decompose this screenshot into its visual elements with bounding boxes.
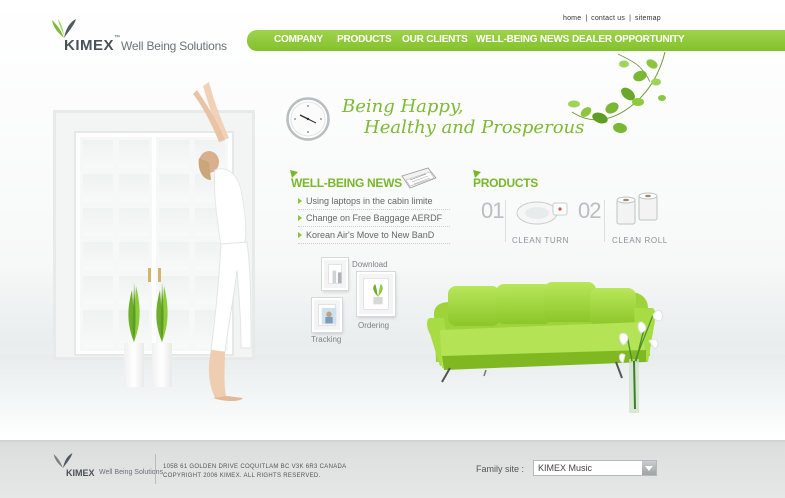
product-divider (505, 200, 506, 242)
door-handle (148, 268, 151, 282)
product-label[interactable]: CLEAN TURN (512, 236, 569, 245)
main-nav: COMPANY PRODUCTS OUR CLIENTS WELL-BEING … (247, 30, 785, 51)
news-section-title[interactable]: WELL-BEING NEWS (291, 176, 402, 190)
door-pane (80, 137, 116, 171)
door-pane (116, 205, 152, 239)
footer-address-block: 105B 61 GOLDEN DRIVE COQUITLAM BC V3K 6R… (163, 463, 346, 481)
util-separator: | (629, 15, 631, 22)
slogan-line-2: Healthy and Prosperous (364, 117, 585, 138)
door-pane (80, 307, 116, 351)
plant-icon (128, 282, 140, 342)
footer-logo[interactable]: KIMEX Well Being Solutions (52, 452, 163, 480)
frame-inner (318, 304, 337, 326)
nav-item-well-being-news[interactable]: WELL-BEING NEWS (476, 34, 569, 45)
chevron-down-icon[interactable] (642, 461, 656, 475)
footer-address: 105B 61 GOLDEN DRIVE COQUITLAM BC V3K 6R… (163, 464, 347, 470)
frame-inner (328, 264, 342, 284)
door-pane (116, 171, 152, 205)
door-pane (80, 273, 116, 307)
potted-plant-icon (373, 284, 383, 305)
utility-links: HOME | CONTACT US | SITEMAP (563, 15, 661, 22)
footer-logo-wordmark: KIMEX (66, 468, 95, 478)
door-pane (116, 137, 152, 171)
contact-us-link[interactable]: CONTACT US (591, 15, 625, 22)
family-site-select[interactable]: KIMEX Music (533, 460, 657, 476)
frame-inner (363, 278, 389, 310)
nav-item-dealer-opportunity[interactable]: DEALER OPPORTUNITY (572, 34, 685, 45)
hero-slogan: Being Happy, Healthy and Prosperous (342, 96, 584, 138)
product-number: 01 (481, 198, 505, 223)
plant-pot (152, 343, 172, 387)
nav-item-company[interactable]: COMPANY (274, 34, 323, 45)
footer: KIMEX Well Being Solutions 105B 61 GOLDE… (0, 440, 785, 498)
news-item[interactable]: Korean Air's Move to New BanD (298, 227, 450, 244)
product-label[interactable]: CLEAN ROLL (612, 236, 668, 245)
nav-item-products[interactable]: PRODUCTS (337, 34, 392, 45)
ordering-link[interactable]: Ordering (358, 321, 389, 330)
family-site-value: KIMEX Music (538, 463, 593, 473)
tracking-link[interactable]: Tracking (311, 335, 341, 344)
plant-pot (124, 343, 144, 387)
door-pane (116, 239, 152, 273)
footer-copyright: COPYRIGHT 2006 KIMEX. ALL RIGHTS RESERVE… (163, 473, 321, 479)
newspaper-icon (401, 167, 437, 189)
news-list: Using laptops in the cabin limite Change… (298, 193, 450, 244)
product-number: 02 (578, 198, 602, 223)
news-item[interactable]: Using laptops in the cabin limite (298, 193, 450, 210)
calla-lily-vase-image (618, 309, 663, 413)
footer-separator (155, 454, 156, 484)
family-site-label: Family site : (476, 464, 525, 474)
floor (0, 355, 785, 440)
logo-wordmark: KIMEX (64, 37, 115, 54)
sitemap-link[interactable]: SITEMAP (635, 15, 661, 22)
slogan-line-1: Being Happy, (342, 96, 464, 117)
bidet-seat-product-image[interactable] (513, 193, 569, 227)
news-item[interactable]: Change on Free Baggage AERDF (298, 210, 450, 227)
util-separator: | (585, 15, 588, 22)
plant-icon (156, 282, 168, 342)
nav-item-our-clients[interactable]: OUR CLIENTS (402, 34, 468, 45)
download-frame[interactable] (322, 258, 348, 290)
kimex-logo[interactable]: KIMEX ™ Well Being Solutions (50, 18, 230, 58)
hero-stage: KIMEX ™ Well Being Solutions HOME | CONT… (0, 0, 785, 440)
bottles-icon (332, 270, 342, 284)
photo-icon (321, 307, 337, 325)
home-link[interactable]: HOME (563, 15, 581, 22)
door-handle (158, 268, 161, 282)
logo-trademark: ™ (114, 35, 120, 41)
product-divider (604, 200, 605, 242)
ivy-vine-image (568, 52, 666, 134)
products-section-title[interactable]: PRODUCTS (473, 176, 538, 190)
door-pane (80, 171, 116, 205)
tracking-frame[interactable] (312, 298, 342, 332)
door-pane (80, 239, 116, 273)
ordering-frame[interactable] (357, 272, 395, 316)
toilet-roll-product-image[interactable] (614, 192, 662, 228)
logo-tagline: Well Being Solutions (121, 39, 227, 53)
wall-clock-icon (286, 97, 330, 141)
footer-logo-tagline: Well Being Solutions (99, 469, 164, 476)
download-link[interactable]: Download (352, 260, 388, 269)
door-pane (80, 205, 116, 239)
stretching-woman-image (193, 82, 252, 401)
